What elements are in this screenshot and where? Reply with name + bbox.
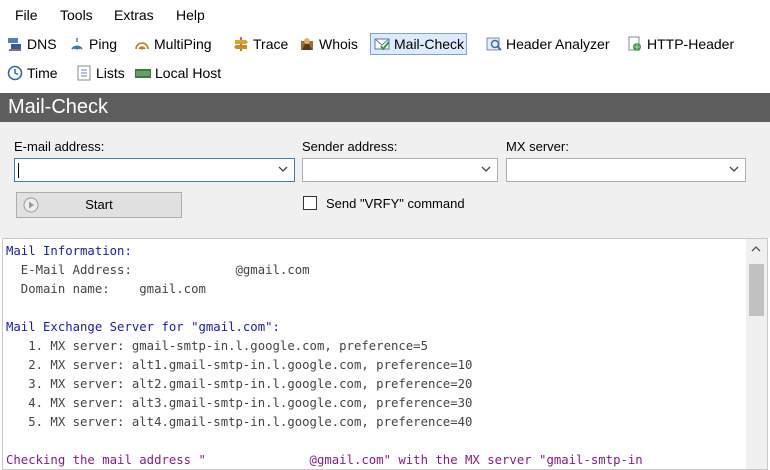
whois-icon (298, 35, 316, 53)
chevron-down-icon[interactable] (481, 164, 491, 174)
output-line: Mail Information: (6, 244, 132, 258)
menu-file[interactable]: File (15, 7, 38, 23)
output-line: E-Mail Address: @gmail.com (6, 263, 310, 277)
menu-help[interactable]: Help (176, 7, 205, 23)
chevron-down-icon[interactable] (278, 164, 288, 174)
tool-dns[interactable]: DNS (4, 33, 59, 55)
output-line: 5. MX server: alt4.gmail-smtp-in.l.googl… (6, 415, 473, 429)
dns-icon (6, 35, 24, 53)
header-analyzer-icon (485, 35, 503, 53)
menu-tools[interactable]: Tools (60, 7, 93, 23)
tool-local-host[interactable]: Local Host (132, 62, 223, 84)
local-host-icon (134, 64, 152, 82)
vrfy-checkbox[interactable] (303, 196, 317, 210)
output-line: 3. MX server: alt2.gmail-smtp-in.l.googl… (6, 377, 473, 391)
tool-lists[interactable]: Lists (73, 62, 127, 84)
tool-whois[interactable]: Whois (296, 33, 360, 55)
clock-icon (6, 64, 24, 82)
menu-extras[interactable]: Extras (114, 7, 154, 23)
output-line: Domain name: gmail.com (6, 282, 206, 296)
scroll-up-icon[interactable] (751, 245, 761, 253)
tool-header-analyzer[interactable]: Header Analyzer (483, 33, 612, 55)
sender-label: Sender address: (302, 139, 398, 154)
trace-icon (232, 35, 250, 53)
chevron-down-icon[interactable] (729, 164, 739, 174)
mx-server-field[interactable] (506, 158, 746, 182)
menu-bar: File Tools Extras Help (0, 0, 770, 30)
output-line: 1. MX server: gmail-smtp-in.l.google.com… (6, 339, 428, 353)
panel-title: Mail-Check (0, 93, 770, 122)
output-text: Mail Information: E-Mail Address: @gmail… (6, 242, 643, 469)
http-header-icon (626, 35, 644, 53)
output-line: Checking the mail address " @gmail.com" … (6, 453, 643, 467)
toolbar-row-2: Time Lists Local Host (0, 59, 770, 87)
mail-check-icon (373, 35, 391, 53)
tool-multiping[interactable]: MultiPing (131, 33, 214, 55)
email-field[interactable] (14, 158, 295, 182)
tool-trace[interactable]: Trace (230, 33, 290, 55)
ping-icon (68, 35, 86, 53)
toolbar-row-1: DNS Ping MultiPing Trace Whois Mail-Chec… (0, 30, 770, 58)
lists-icon (75, 64, 93, 82)
tool-mail-check[interactable]: Mail-Check (370, 33, 468, 55)
scroll-thumb[interactable] (749, 264, 764, 316)
output-line: 2. MX server: alt1.gmail-smtp-in.l.googl… (6, 358, 473, 372)
sender-field[interactable] (302, 158, 498, 182)
tool-time[interactable]: Time (4, 62, 60, 84)
output-panel[interactable]: Mail Information: E-Mail Address: @gmail… (2, 238, 768, 470)
text-cursor (18, 163, 19, 178)
mx-label: MX server: (506, 139, 569, 154)
multiping-icon (133, 35, 151, 53)
tool-http-header[interactable]: HTTP-Header (624, 33, 736, 55)
start-button[interactable]: Start (16, 192, 182, 218)
vrfy-label: Send "VRFY" command (326, 196, 465, 211)
tool-ping[interactable]: Ping (66, 33, 119, 55)
output-line: Mail Exchange Server for "gmail.com": (6, 320, 280, 334)
email-label: E-mail address: (14, 139, 105, 154)
output-line: 4. MX server: alt3.gmail-smtp-in.l.googl… (6, 396, 473, 410)
vertical-scrollbar[interactable] (746, 239, 767, 469)
